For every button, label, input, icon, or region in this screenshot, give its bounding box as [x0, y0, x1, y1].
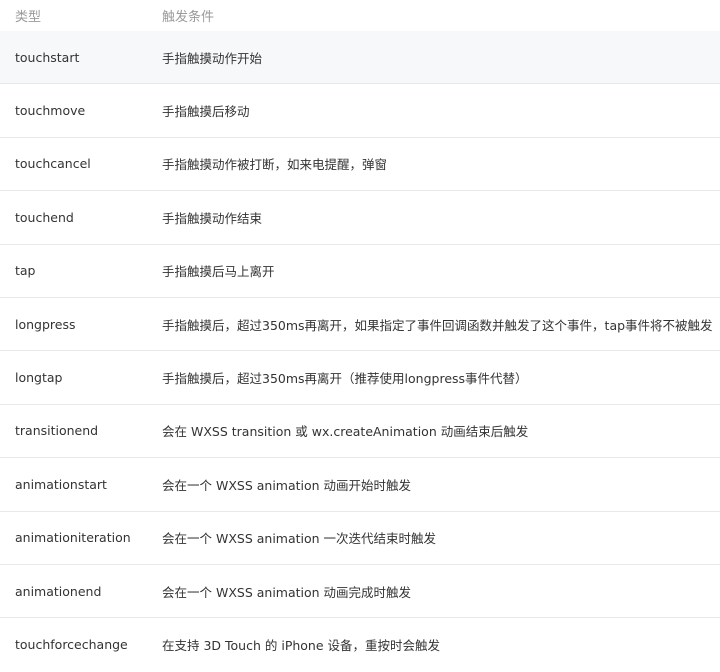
table-row: touchforcechange 在支持 3D Touch 的 iPhone 设…	[0, 618, 720, 671]
row-type: touchmove	[15, 103, 86, 119]
row-type: longpress	[15, 316, 76, 332]
row-condition: 手指触摸后，超过350ms再离开，如果指定了事件回调函数并触发了这个事件，tap…	[162, 317, 713, 333]
row-condition: 手指触摸动作被打断，如来电提醒，弹窗	[162, 157, 388, 173]
table-row: touchend 手指触摸动作结束	[0, 191, 720, 245]
table-row: touchcancel 手指触摸动作被打断，如来电提醒，弹窗	[0, 138, 720, 192]
table-header: 类型 触发条件	[0, 0, 720, 31]
row-condition: 手指触摸后马上离开	[162, 264, 275, 280]
row-condition: 会在一个 WXSS animation 一次迭代结束时触发	[162, 531, 437, 547]
header-type: 类型	[15, 10, 42, 25]
table-row: tap 手指触摸后马上离开	[0, 245, 720, 298]
table-row: touchstart 手指触摸动作开始	[0, 31, 720, 85]
table-row: longtap 手指触摸后，超过350ms再离开（推荐使用longpress事件…	[0, 351, 720, 405]
row-type: tap	[15, 263, 36, 279]
table-row: touchmove 手指触摸后移动	[0, 84, 720, 138]
row-type: transitionend	[15, 423, 99, 439]
row-condition: 手指触摸后移动	[162, 104, 250, 120]
row-type: touchforcechange	[15, 637, 128, 653]
row-type: animationend	[15, 583, 102, 599]
row-type: touchstart	[15, 49, 80, 65]
row-type: animationstart	[15, 476, 107, 492]
event-table: 类型 触发条件 touchstart 手指触摸动作开始 touchmove 手指…	[0, 0, 720, 672]
table-row: animationstart 会在一个 WXSS animation 动画开始时…	[0, 458, 720, 512]
table-row: longpress 手指触摸后，超过350ms再离开，如果指定了事件回调函数并触…	[0, 298, 720, 352]
row-type: touchcancel	[15, 156, 91, 172]
row-condition: 会在一个 WXSS animation 动画开始时触发	[162, 477, 412, 493]
row-condition: 手指触摸动作开始	[162, 50, 263, 66]
row-condition: 手指触摸后，超过350ms再离开（推荐使用longpress事件代替）	[162, 371, 528, 387]
row-condition: 在支持 3D Touch 的 iPhone 设备，重按时会触发	[162, 638, 441, 654]
table-row: animationiteration 会在一个 WXSS animation 一…	[0, 512, 720, 565]
row-type: touchend	[15, 209, 74, 225]
table-row: animationend 会在一个 WXSS animation 动画完成时触发	[0, 565, 720, 619]
row-condition: 会在 WXSS transition 或 wx.createAnimation …	[162, 424, 529, 440]
row-type: longtap	[15, 370, 63, 386]
table-row: transitionend 会在 WXSS transition 或 wx.cr…	[0, 405, 720, 459]
row-condition: 会在一个 WXSS animation 动画完成时触发	[162, 584, 412, 600]
row-condition: 手指触摸动作结束	[162, 210, 263, 226]
row-type: animationiteration	[15, 530, 131, 546]
header-condition: 触发条件	[162, 10, 215, 25]
